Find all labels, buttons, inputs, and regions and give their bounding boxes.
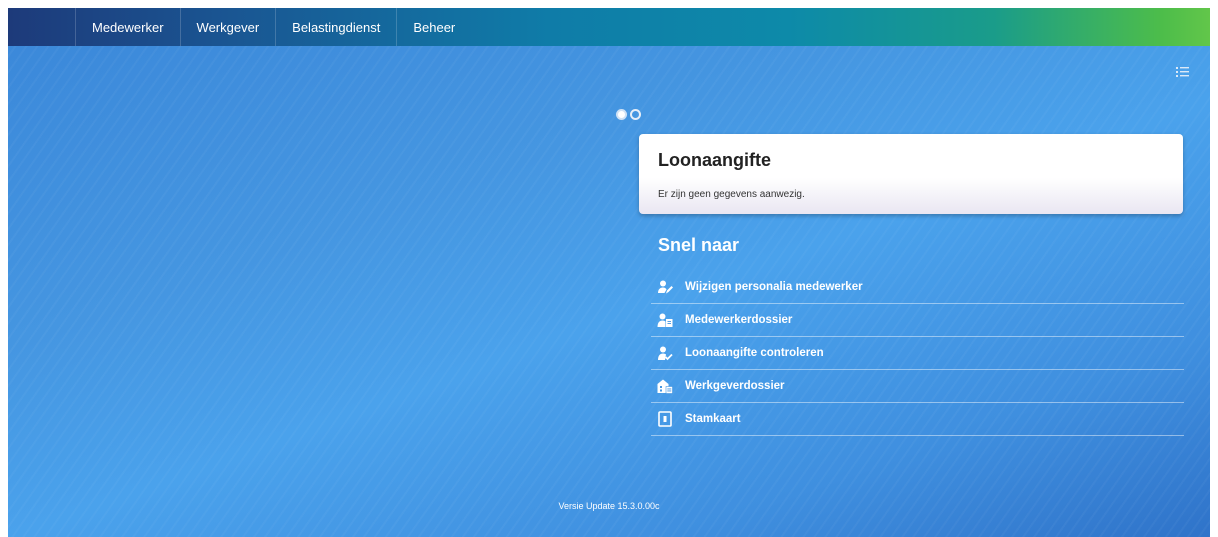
user-edit-icon: [657, 279, 673, 295]
nav-item-werkgever[interactable]: Werkgever: [179, 8, 276, 46]
quick-link-loonaangifte-controleren[interactable]: Loonaangifte controleren: [651, 337, 1184, 370]
quick-link-werkgeverdossier[interactable]: Werkgeverdossier: [651, 370, 1184, 403]
card-empty-message: Er zijn geen gegevens aanwezig.: [658, 189, 805, 200]
loonaangifte-card: Loonaangifte Er zijn geen gegevens aanwe…: [639, 134, 1183, 214]
quick-link-stamkaart[interactable]: Stamkaart: [651, 403, 1184, 436]
building-file-icon: [657, 378, 673, 394]
user-check-icon: [657, 345, 673, 361]
carousel-indicator: [616, 109, 641, 120]
card-icon: [657, 411, 673, 427]
carousel-dot-1[interactable]: [616, 109, 627, 120]
quick-links-title: Snel naar: [658, 235, 740, 255]
quick-link-label: Medewerkerdossier: [685, 314, 793, 326]
nav-item-medewerker[interactable]: Medewerker: [75, 8, 180, 46]
app-frame: Medewerker Werkgever Belastingdienst Beh…: [8, 8, 1210, 537]
card-title: Loonaangifte: [658, 150, 771, 170]
top-nav-bar: Medewerker Werkgever Belastingdienst Beh…: [8, 8, 1210, 46]
version-label: Versie Update 15.3.0.00c: [558, 501, 660, 511]
carousel-dot-2[interactable]: [630, 109, 641, 120]
quick-link-label: Werkgeverdossier: [685, 380, 785, 392]
main-nav: Medewerker Werkgever Belastingdienst Beh…: [75, 8, 471, 46]
user-file-icon: [657, 312, 673, 328]
quick-link-label: Loonaangifte controleren: [685, 347, 824, 359]
nav-item-beheer[interactable]: Beheer: [396, 8, 471, 46]
nav-item-belastingdienst[interactable]: Belastingdienst: [275, 8, 396, 46]
quick-links-list: Wijzigen personalia medewerker Medewerke…: [651, 271, 1184, 436]
quick-link-label: Stamkaart: [685, 413, 741, 425]
quick-link-label: Wijzigen personalia medewerker: [685, 281, 863, 293]
quick-link-wijzigen-personalia[interactable]: Wijzigen personalia medewerker: [651, 271, 1184, 304]
quick-link-medewerkerdossier[interactable]: Medewerkerdossier: [651, 304, 1184, 337]
list-view-icon[interactable]: [1176, 65, 1190, 77]
